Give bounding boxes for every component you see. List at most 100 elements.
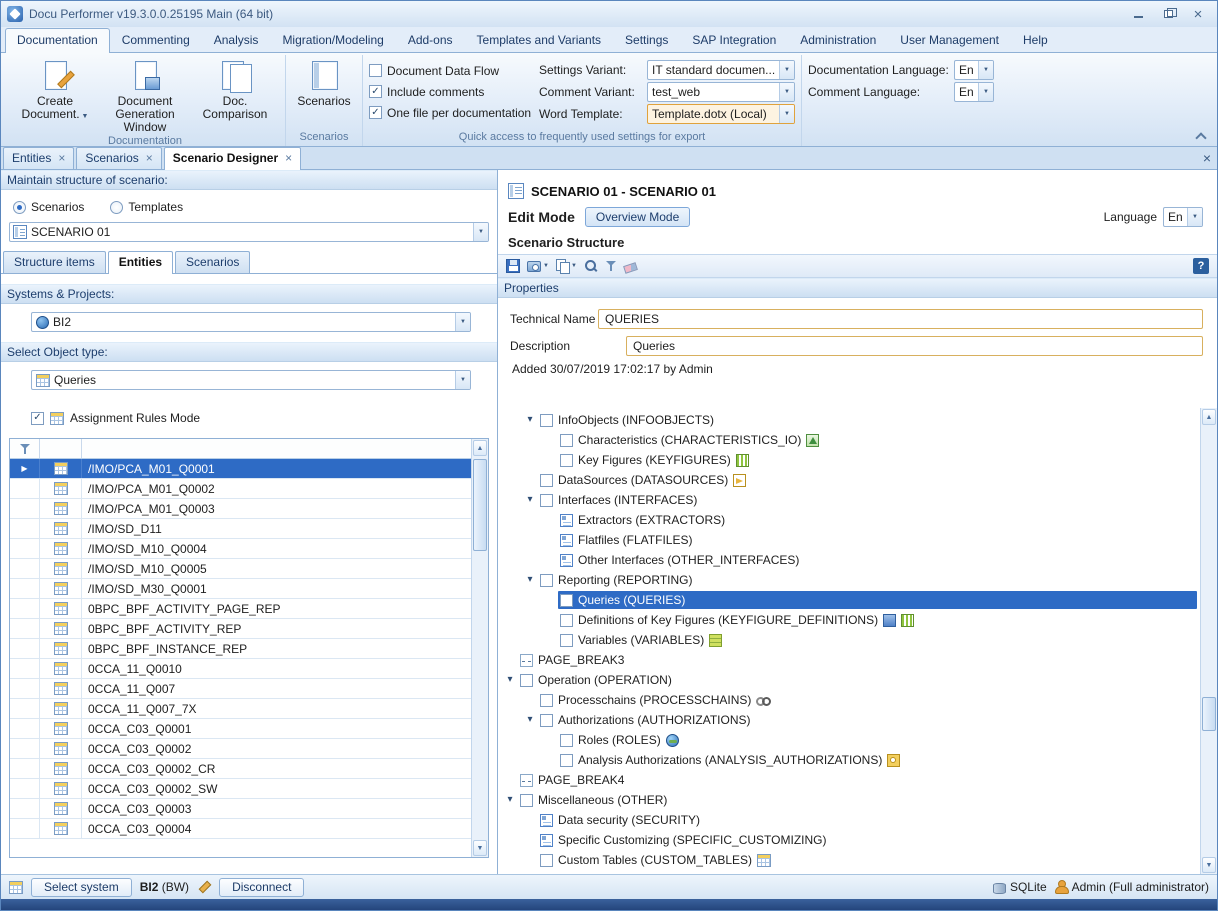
grid-row[interactable]: 0CCA_C03_Q0003 [10,799,471,819]
expander-icon[interactable]: ▾ [522,415,538,425]
select-system-button[interactable]: Select system [31,878,132,897]
zoom-button[interactable] [584,259,598,273]
checkbox-icon[interactable] [540,854,553,867]
grid-row[interactable]: 0CCA_C03_Q0004 [10,819,471,839]
user-info[interactable]: Admin (Full administrator) [1055,880,1209,894]
grid-scroll-thumb[interactable] [473,459,487,551]
titlebar[interactable]: Docu Performer v19.3.0.0.25195 Main (64 … [1,1,1217,27]
grid-row[interactable]: /IMO/SD_M10_Q0005 [10,559,471,579]
tree-item[interactable]: Characteristics (CHARACTERISTICS_IO) [498,430,1200,450]
assignment-rules-row[interactable]: ✓ Assignment Rules Mode [1,400,497,428]
ribbon-tab-analysis[interactable]: Analysis [202,28,271,52]
grid-row[interactable]: 0CCA_C03_Q0002_CR [10,759,471,779]
technical-name-field[interactable]: QUERIES [598,309,1203,329]
checkbox-icon[interactable] [540,574,553,587]
assignment-checkbox[interactable]: ✓ [31,412,44,425]
disconnect-button[interactable]: Disconnect [219,878,304,897]
scroll-down-icon[interactable]: ▼ [1202,857,1216,873]
dropdown-arrow-icon[interactable]: ▼ [455,313,470,331]
grid-scrollbar[interactable]: ▲ ▼ [471,439,488,857]
checkbox-icon[interactable] [560,614,573,627]
grid-scroll-track[interactable] [473,457,487,839]
dropdown-arrow-icon[interactable]: ▼ [779,61,794,79]
grid-row[interactable]: 0CCA_11_Q0010 [10,659,471,679]
tree-scroll-track[interactable] [1202,426,1216,856]
tree-item[interactable]: Other Interfaces (OTHER_INTERFACES) [498,550,1200,570]
tree-item[interactable]: Flatfiles (FLATFILES) [498,530,1200,550]
tree-item[interactable]: ▾Reporting (REPORTING) [498,570,1200,590]
minimize-button[interactable] [1125,5,1151,23]
tree-item[interactable]: DataSources (DATASOURCES) [498,470,1200,490]
collapse-ribbon-button[interactable] [1195,130,1207,142]
grid-row[interactable]: /IMO/PCA_M01_Q0003 [10,499,471,519]
tabbar-close-button[interactable]: × [1203,150,1211,166]
checkbox-include-comments[interactable]: ✓Include comments [369,81,537,102]
tab-scenarios[interactable]: Scenarios [175,251,250,273]
ribbon-tab-settings[interactable]: Settings [613,28,680,52]
checkbox-document-data-flow[interactable]: Document Data Flow [369,60,537,81]
grid-row[interactable]: /IMO/PCA_M01_Q0002 [10,479,471,499]
dropdown-arrow-icon[interactable]: ▼ [978,61,993,79]
checkbox-icon[interactable] [540,414,553,427]
tree-item[interactable]: Variables (VARIABLES) [498,630,1200,650]
checkbox-icon[interactable] [560,594,573,607]
description-field[interactable]: Queries [626,336,1203,356]
doc-tab-scenarios[interactable]: Scenarios× [76,147,161,169]
checkbox-icon[interactable] [560,734,573,747]
ribbon-tab-sap-integration[interactable]: SAP Integration [680,28,788,52]
overview-mode-button[interactable]: Overview Mode [585,207,690,227]
checkbox-one-file-per-documentation[interactable]: ✓One file per documentation [369,102,537,123]
ribbon-tab-templates-and-variants[interactable]: Templates and Variants [465,28,614,52]
object-type-select[interactable]: Queries ▼ [31,370,471,390]
ribbon-button-create-document[interactable]: Create Document. ▼ [11,56,99,123]
combo-documentation-language[interactable]: En▼ [954,60,994,80]
grid-row[interactable]: /IMO/SD_D11 [10,519,471,539]
tree-item[interactable]: Analysis Authorizations (ANALYSIS_AUTHOR… [498,750,1200,770]
tab-close-icon[interactable]: × [285,151,292,165]
ribbon-tab-help[interactable]: Help [1011,28,1060,52]
expander-icon[interactable]: ▾ [522,715,538,725]
grid-row[interactable]: 0CCA_11_Q007_7X [10,699,471,719]
ribbon-tab-commenting[interactable]: Commenting [110,28,202,52]
ribbon-button-doc-comparison[interactable]: Doc. Comparison [191,56,279,121]
tree-item[interactable]: Queries (QUERIES) [498,590,1200,610]
tree-item[interactable]: Data security (SECURITY) [498,810,1200,830]
save-button[interactable] [506,259,520,273]
edit-system-icon[interactable] [197,880,211,894]
dropdown-arrow-icon[interactable]: ▼ [543,263,549,269]
tab-close-icon[interactable]: × [146,151,153,165]
checkbox-icon[interactable] [560,754,573,767]
tab-structure-items[interactable]: Structure items [3,251,106,273]
ribbon-tab-migration-modeling[interactable]: Migration/Modeling [270,28,395,52]
tree-item[interactable]: Key Figures (KEYFIGURES) [498,450,1200,470]
grid-row[interactable]: 0CCA_C03_Q0002 [10,739,471,759]
tree-item[interactable]: Roles (ROLES) [498,730,1200,750]
combo-word-template[interactable]: Template.dotx (Local)▼ [647,104,795,124]
help-button[interactable]: ? [1193,258,1209,274]
tree-item[interactable]: ▾Operation (OPERATION) [498,670,1200,690]
grid-filter-row[interactable] [10,439,471,459]
dropdown-arrow-icon[interactable]: ▼ [1187,208,1202,226]
grid-row[interactable]: /IMO/SD_M30_Q0001 [10,579,471,599]
tab-close-icon[interactable]: × [58,151,65,165]
checkbox-icon[interactable] [369,64,382,77]
scenario-select[interactable]: SCENARIO 01 ▼ [9,222,489,242]
expander-icon[interactable]: ▾ [522,575,538,585]
tree-item[interactable]: Extractors (EXTRACTORS) [498,510,1200,530]
ribbon-tab-documentation[interactable]: Documentation [5,28,110,53]
dropdown-arrow-icon[interactable]: ▼ [779,105,794,123]
tree-item[interactable]: Processchains (PROCESSCHAINS) [498,690,1200,710]
checkbox-icon[interactable] [520,674,533,687]
grid-row[interactable]: 0BPC_BPF_ACTIVITY_PAGE_REP [10,599,471,619]
dropdown-arrow-icon[interactable]: ▼ [455,371,470,389]
doc-tab-entities[interactable]: Entities× [3,147,74,169]
copy-structure-button[interactable]: ▼ [556,259,577,273]
checkbox-icon[interactable]: ✓ [369,85,382,98]
checkbox-icon[interactable] [540,694,553,707]
ribbon-tab-user-management[interactable]: User Management [888,28,1011,52]
ribbon-tab-administration[interactable]: Administration [788,28,888,52]
checkbox-icon[interactable] [560,434,573,447]
grid-row[interactable]: 0BPC_BPF_INSTANCE_REP [10,639,471,659]
checkbox-icon[interactable] [540,474,553,487]
grid-row[interactable]: /IMO/SD_M10_Q0004 [10,539,471,559]
